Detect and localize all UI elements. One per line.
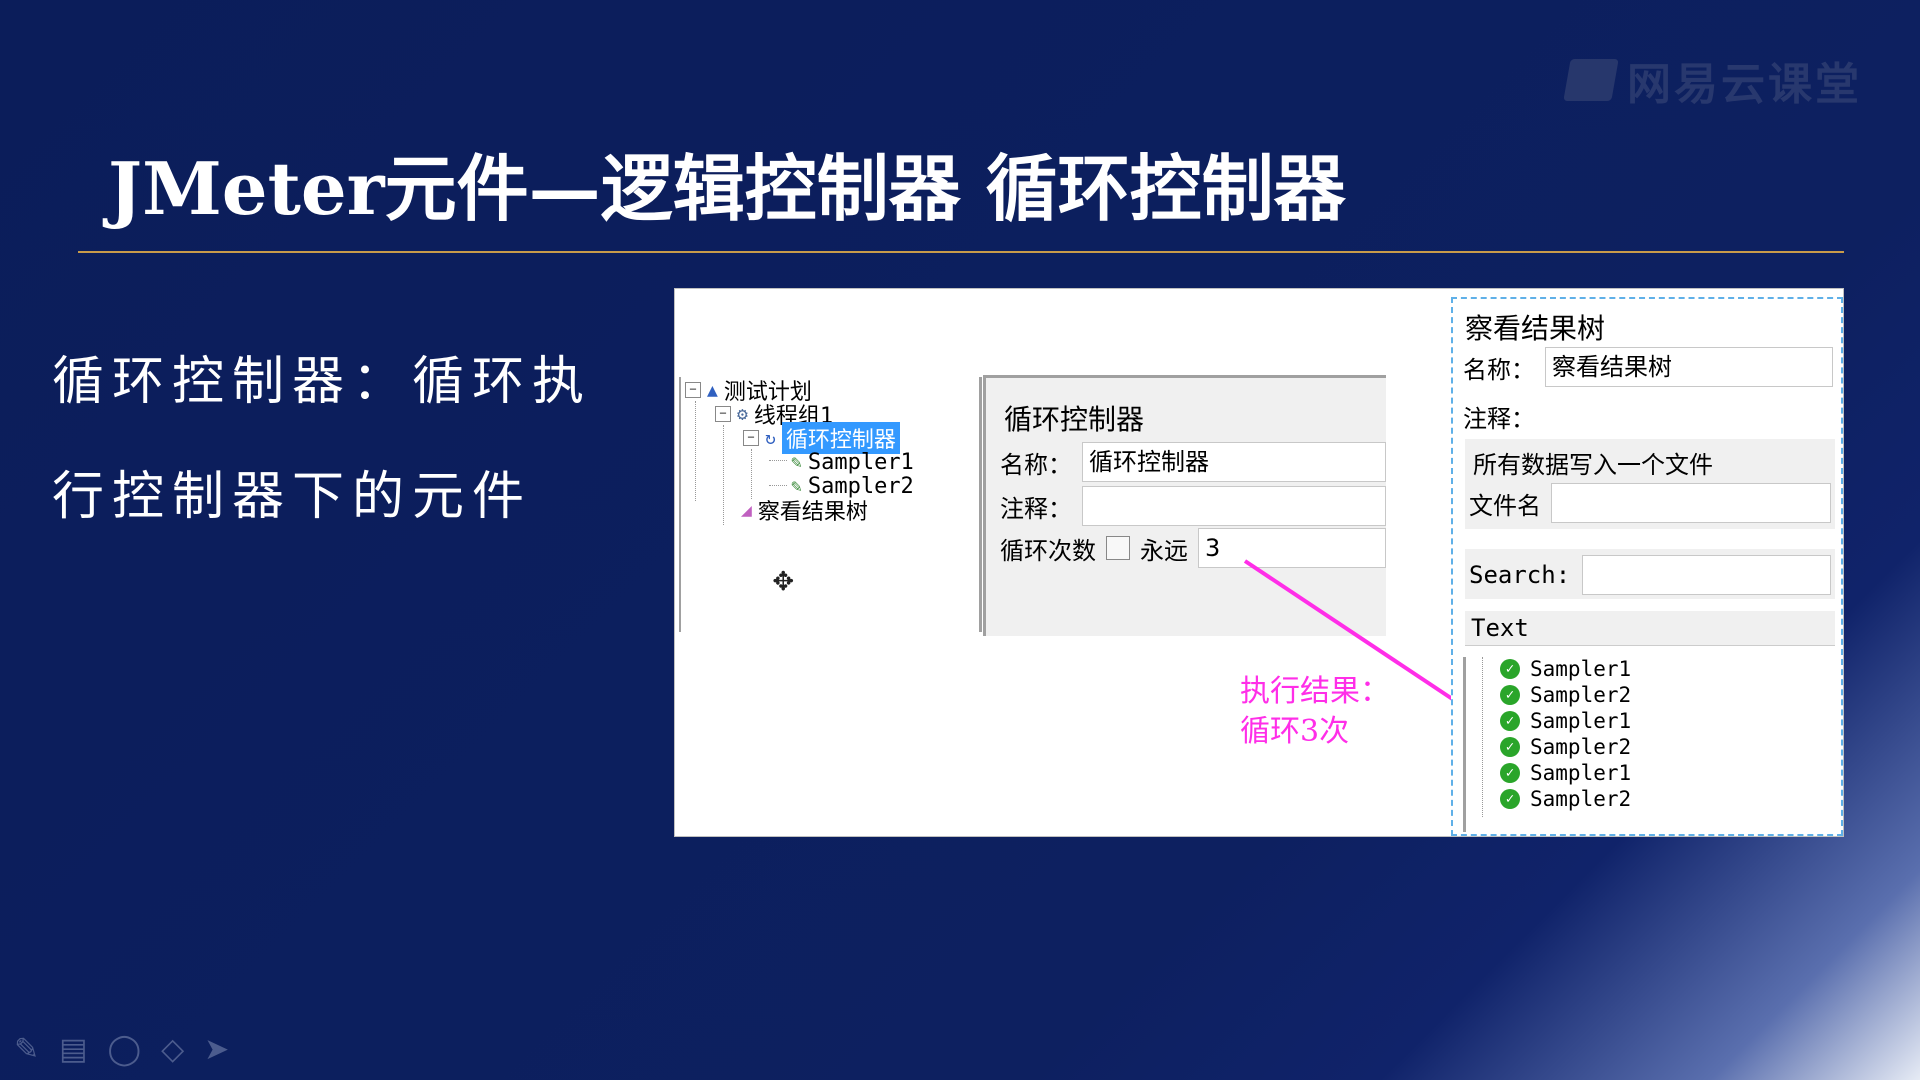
filename-row: 文件名 — [1469, 483, 1831, 523]
success-shield-icon: ✓ — [1500, 685, 1520, 705]
comment-row: 注释： — [1463, 397, 1833, 435]
success-shield-icon: ✓ — [1500, 789, 1520, 809]
result-label: Sampler1 — [1530, 657, 1632, 681]
search-section: Search: — [1465, 549, 1835, 599]
brand-logo: 网易云课堂 — [1563, 48, 1862, 112]
pointer-icon[interactable]: ➤ — [204, 1032, 229, 1067]
result-item[interactable]: ✓ Sampler2 — [1500, 787, 1631, 811]
pen-icon[interactable]: ✎ — [14, 1032, 39, 1067]
search-label: Search: — [1469, 561, 1571, 589]
result-item[interactable]: ✓ Sampler2 — [1500, 735, 1631, 759]
slide-description: 循环控制器：循环执 行控制器下的元件 — [52, 325, 632, 555]
brand-book-icon — [1563, 59, 1619, 101]
name-row: 名称： 察看结果树 — [1463, 347, 1833, 387]
presentation-toolbar: ✎ ▤ ◯ ◇ ➤ — [14, 1032, 229, 1067]
result-label: Sampler1 — [1530, 709, 1632, 733]
result-item[interactable]: ✓ Sampler1 — [1500, 761, 1631, 785]
filename-field[interactable] — [1551, 483, 1831, 523]
result-item[interactable]: ✓ Sampler2 — [1500, 683, 1631, 707]
comment-label: 注释： — [1463, 404, 1535, 433]
write-all-label: 所有数据写入一个文件 — [1473, 451, 1713, 479]
result-label: Sampler2 — [1530, 787, 1632, 811]
file-section: 所有数据写入一个文件 文件名 — [1465, 439, 1835, 529]
text-column-header[interactable]: Text — [1465, 611, 1835, 646]
result-item[interactable]: ✓ Sampler1 — [1500, 709, 1631, 733]
slides-icon[interactable]: ▤ — [59, 1032, 87, 1067]
brand-name: 网易云课堂 — [1627, 59, 1862, 110]
result-label: Sampler2 — [1530, 735, 1632, 759]
search-input[interactable] — [1582, 555, 1831, 595]
eraser-icon[interactable]: ◇ — [161, 1032, 184, 1067]
slide-title: JMeter元件—逻辑控制器 循环控制器 — [108, 146, 1346, 231]
name-field[interactable]: 察看结果树 — [1545, 347, 1833, 387]
title-divider — [78, 251, 1844, 253]
view-results-tree-panel: 察看结果树 名称： 察看结果树 注释： 所有数据写入一个文件 文件名 Searc… — [1451, 297, 1843, 836]
name-label: 名称： — [1463, 355, 1535, 384]
jmeter-screenshot: − ▲ 测试计划 − ⚙ 线程组1 − ↻ 循环控制器 ✎ Sampler1 ✎… — [674, 288, 1844, 837]
result-list: ✓ Sampler1 ✓ Sampler2 ✓ Sampler1 ✓ Sampl… — [1463, 657, 1838, 832]
success-shield-icon: ✓ — [1500, 763, 1520, 783]
success-shield-icon: ✓ — [1500, 659, 1520, 679]
success-shield-icon: ✓ — [1500, 737, 1520, 757]
result-item[interactable]: ✓ Sampler1 — [1500, 657, 1631, 681]
filename-label: 文件名 — [1469, 491, 1541, 520]
comment-field[interactable] — [1545, 397, 1833, 435]
success-shield-icon: ✓ — [1500, 711, 1520, 731]
description-line-1: 循环控制器：循环执 — [52, 352, 593, 412]
panel-title: 察看结果树 — [1465, 312, 1606, 345]
result-label: Sampler2 — [1530, 683, 1632, 707]
description-line-2: 行控制器下的元件 — [52, 467, 533, 527]
result-label: Sampler1 — [1530, 761, 1632, 785]
search-row: Search: — [1469, 555, 1831, 595]
lasso-icon[interactable]: ◯ — [108, 1032, 142, 1067]
